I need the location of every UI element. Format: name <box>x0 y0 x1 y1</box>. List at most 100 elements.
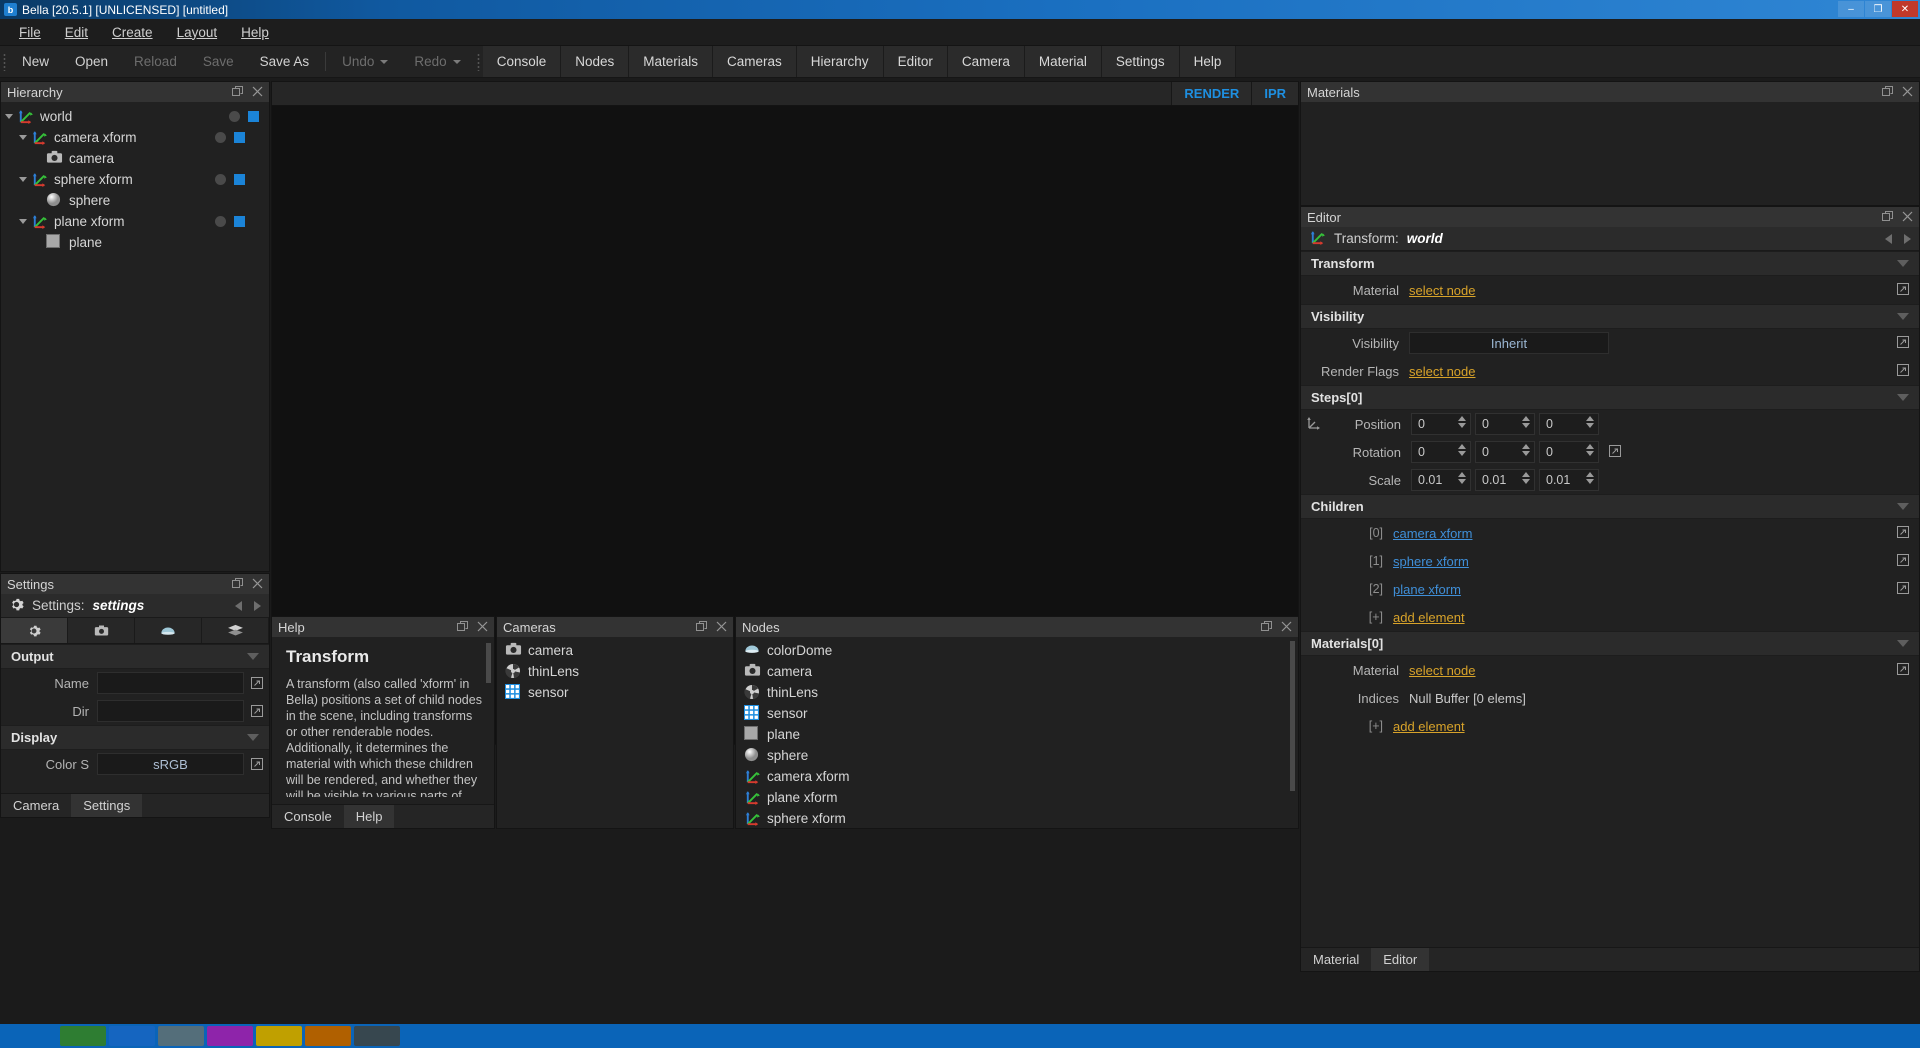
taskbar-item[interactable] <box>256 1026 302 1046</box>
nodes-list-item[interactable]: camera <box>736 661 1298 682</box>
stepper-arrows[interactable] <box>1586 444 1594 456</box>
expand-arrow-icon[interactable] <box>19 219 27 224</box>
stepper-arrows[interactable] <box>1586 472 1594 484</box>
menu-edit[interactable]: Edit <box>54 21 99 44</box>
toolbar-grip-file[interactable] <box>0 46 9 77</box>
editor-scale-y-stepper[interactable]: 0.01 <box>1475 469 1535 491</box>
editor-scale-x-stepper[interactable]: 0.01 <box>1411 469 1471 491</box>
tab-materials[interactable]: Materials <box>629 46 714 77</box>
editor-render-flags-link[interactable]: select node <box>1409 364 1476 379</box>
settings-tab-gear[interactable] <box>1 618 68 643</box>
nodes-list-item[interactable]: camera xform <box>736 766 1298 787</box>
settings-display-colorspace-value[interactable]: sRGB <box>97 753 244 775</box>
stepper-up-icon[interactable] <box>1586 472 1594 477</box>
hierarchy-row-world[interactable]: world <box>1 106 269 127</box>
next-node-button[interactable] <box>254 600 261 611</box>
stepper-down-icon[interactable] <box>1586 423 1594 428</box>
render-button[interactable]: RENDER <box>1171 82 1252 105</box>
float-panel-icon[interactable] <box>232 85 243 100</box>
tab-console[interactable]: Console <box>482 46 562 77</box>
settings-output-name-input[interactable] <box>97 672 244 694</box>
hierarchy-select-toggle[interactable] <box>234 174 245 185</box>
settings-tab-dome[interactable] <box>135 618 202 643</box>
tab-cameras[interactable]: Cameras <box>713 46 797 77</box>
editor-position-y-stepper[interactable]: 0 <box>1475 413 1535 435</box>
hierarchy-select-toggle[interactable] <box>234 216 245 227</box>
hierarchy-visibility-toggle[interactable] <box>229 111 240 122</box>
close-icon[interactable] <box>1902 210 1913 225</box>
close-icon[interactable] <box>252 577 263 592</box>
float-panel-icon[interactable] <box>1882 210 1893 225</box>
hierarchy-visibility-toggle[interactable] <box>215 132 226 143</box>
taskbar-item[interactable] <box>354 1026 400 1046</box>
expand-arrow-icon[interactable] <box>5 114 13 119</box>
stepper-down-icon[interactable] <box>1522 479 1530 484</box>
chevron-down-icon[interactable] <box>1897 313 1909 320</box>
stepper-arrows[interactable] <box>1586 416 1594 428</box>
hierarchy-row-sphere[interactable]: sphere <box>1 190 269 211</box>
settings-section-display[interactable]: Display <box>1 725 269 750</box>
stepper-up-icon[interactable] <box>1458 472 1466 477</box>
editor-scale-z-stepper[interactable]: 0.01 <box>1539 469 1599 491</box>
chevron-down-icon[interactable] <box>247 734 259 741</box>
toolbar-open-button[interactable]: Open <box>62 46 121 77</box>
float-panel-icon[interactable] <box>457 620 468 635</box>
taskbar-item[interactable] <box>109 1026 155 1046</box>
expand-arrow-icon[interactable] <box>19 135 27 140</box>
nodes-list-item[interactable]: plane <box>736 724 1298 745</box>
editor-visibility-dropdown[interactable]: Inherit <box>1409 332 1609 354</box>
stepper-up-icon[interactable] <box>1522 444 1530 449</box>
editor-position-z-stepper[interactable]: 0 <box>1539 413 1599 435</box>
cameras-list-item[interactable]: sensor <box>497 682 733 703</box>
chevron-down-icon[interactable] <box>247 653 259 660</box>
stepper-arrows[interactable] <box>1522 444 1530 456</box>
ipr-button[interactable]: IPR <box>1251 82 1298 105</box>
chevron-down-icon[interactable] <box>452 59 461 64</box>
next-node-button[interactable] <box>1904 233 1911 244</box>
menu-layout[interactable]: Layout <box>166 21 229 44</box>
tab-material[interactable]: Material <box>1024 46 1102 77</box>
taskbar-item[interactable] <box>60 1026 106 1046</box>
external-link-icon[interactable] <box>1897 525 1909 541</box>
editor-transform-material-link[interactable]: select node <box>1409 283 1476 298</box>
expand-arrow-icon[interactable] <box>19 177 27 182</box>
float-panel-icon[interactable] <box>232 577 243 592</box>
nodes-scrollbar[interactable] <box>1290 641 1295 791</box>
bottom-tab-settings[interactable]: Settings <box>71 794 143 817</box>
settings-output-dir-input[interactable] <box>97 700 244 722</box>
tab-settings[interactable]: Settings <box>1101 46 1180 77</box>
stepper-down-icon[interactable] <box>1586 451 1594 456</box>
hierarchy-visibility-toggle[interactable] <box>215 216 226 227</box>
prev-node-button[interactable] <box>1885 233 1892 244</box>
stepper-up-icon[interactable] <box>1586 416 1594 421</box>
external-link-icon[interactable] <box>249 705 265 717</box>
toolbar-grip-tabs[interactable] <box>474 46 483 77</box>
close-icon[interactable] <box>716 620 727 635</box>
nodes-list-item[interactable]: thinLens <box>736 682 1298 703</box>
editor-rotation-z-stepper[interactable]: 0 <box>1539 441 1599 463</box>
toolbar-saveas-button[interactable]: Save As <box>247 46 323 77</box>
external-link-icon[interactable] <box>249 677 265 689</box>
hierarchy-row-sphere-xform[interactable]: sphere xform <box>1 169 269 190</box>
close-icon[interactable] <box>1902 85 1913 100</box>
hierarchy-select-toggle[interactable] <box>234 132 245 143</box>
external-link-icon[interactable] <box>1609 444 1621 460</box>
tab-nodes[interactable]: Nodes <box>561 46 630 77</box>
editor-section-materials[interactable]: Materials[0] <box>1301 631 1919 656</box>
hierarchy-row-plane[interactable]: plane <box>1 232 269 253</box>
external-link-icon[interactable] <box>1897 662 1909 678</box>
bottom-tab-console[interactable]: Console <box>272 805 344 828</box>
editor-position-x-stepper[interactable]: 0 <box>1411 413 1471 435</box>
stepper-up-icon[interactable] <box>1458 416 1466 421</box>
editor-child-link[interactable]: sphere xform <box>1393 554 1469 569</box>
editor-section-transform[interactable]: Transform <box>1301 251 1919 276</box>
toolbar-new-button[interactable]: New <box>9 46 62 77</box>
tab-camera[interactable]: Camera <box>947 46 1025 77</box>
external-link-icon[interactable] <box>1897 553 1909 569</box>
maximize-button[interactable]: ❐ <box>1865 1 1891 17</box>
settings-section-output[interactable]: Output <box>1 644 269 669</box>
close-button[interactable]: ✕ <box>1892 1 1918 17</box>
chevron-down-icon[interactable] <box>1897 394 1909 401</box>
bottom-tab-camera[interactable]: Camera <box>1 794 71 817</box>
close-icon[interactable] <box>252 85 263 100</box>
